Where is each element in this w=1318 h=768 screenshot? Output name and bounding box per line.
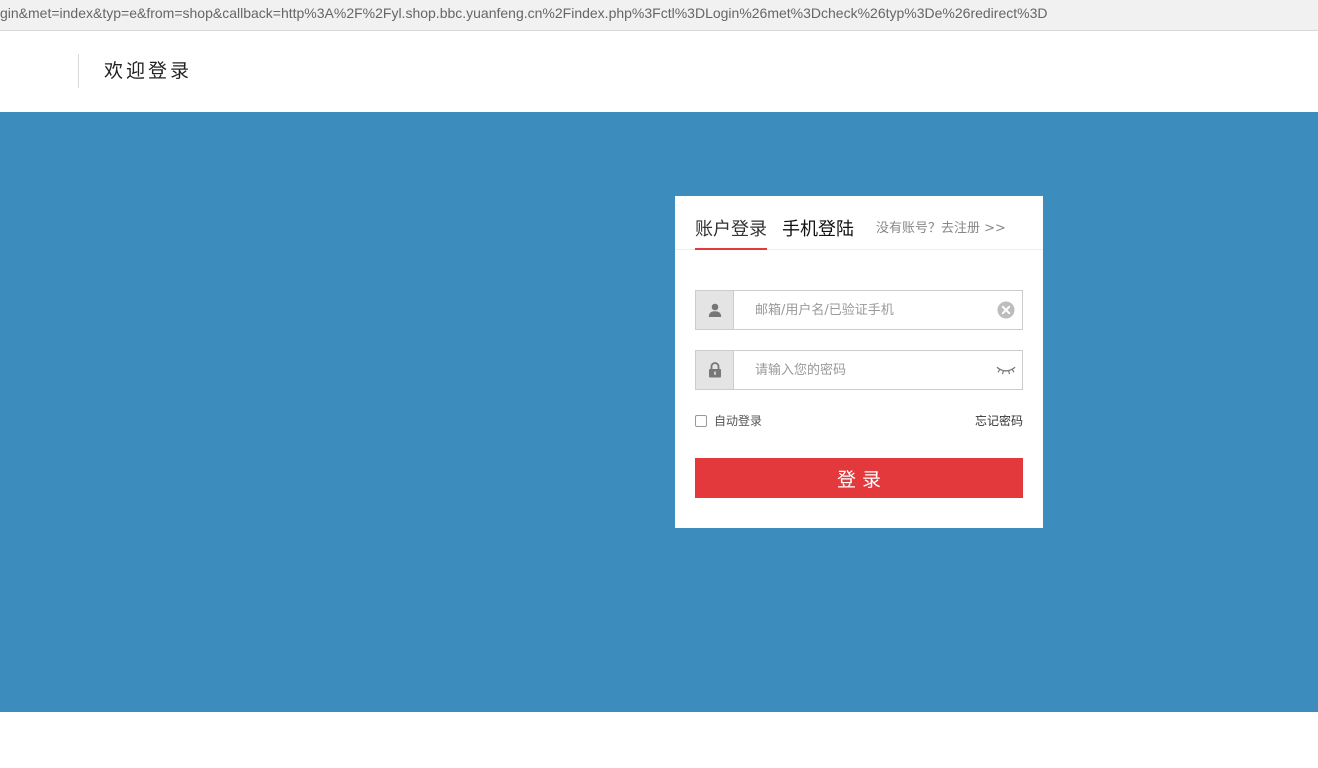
user-icon: [696, 291, 734, 329]
auto-login-checkbox[interactable]: [695, 414, 707, 427]
password-input[interactable]: [734, 351, 984, 389]
auto-login-label: 自动登录: [714, 414, 763, 428]
eye-closed-icon[interactable]: [996, 360, 1016, 380]
active-tab-underline: [695, 248, 767, 250]
username-field: [695, 290, 1023, 330]
login-tabs: 账户登录 手机登陆 没有账号？去注册 >>: [675, 196, 1043, 250]
header-divider: [78, 54, 79, 88]
tab-phone-login-label: 手机登陆: [782, 219, 854, 240]
tab-account-login-label: 账户登录: [695, 219, 767, 240]
login-button[interactable]: 登录: [695, 458, 1023, 498]
lock-icon: [696, 351, 734, 389]
tab-account-login[interactable]: 账户登录: [695, 217, 767, 250]
forgot-password-link[interactable]: 忘记密码: [975, 412, 1023, 429]
page-header: 欢迎登录: [0, 32, 1318, 112]
clear-icon[interactable]: [996, 300, 1016, 320]
address-bar[interactable]: gin&met=index&typ=e&from=shop&callback=h…: [0, 0, 1318, 31]
login-panel: 账户登录 手机登陆 没有账号？去注册 >> 邮箱/用户名/已验证手机 自动登录 …: [675, 196, 1043, 528]
login-banner: [0, 112, 1318, 712]
page-title: 欢迎登录: [104, 60, 193, 82]
register-link[interactable]: 没有账号？去注册 >>: [876, 220, 1006, 238]
tab-phone-login[interactable]: 手机登陆: [782, 217, 854, 243]
auto-login[interactable]: 自动登录: [695, 412, 762, 429]
password-field: [695, 350, 1023, 390]
address-bar-url: gin&met=index&typ=e&from=shop&callback=h…: [0, 5, 1048, 21]
username-input[interactable]: [734, 291, 984, 329]
login-options: 自动登录 忘记密码: [695, 410, 1023, 430]
